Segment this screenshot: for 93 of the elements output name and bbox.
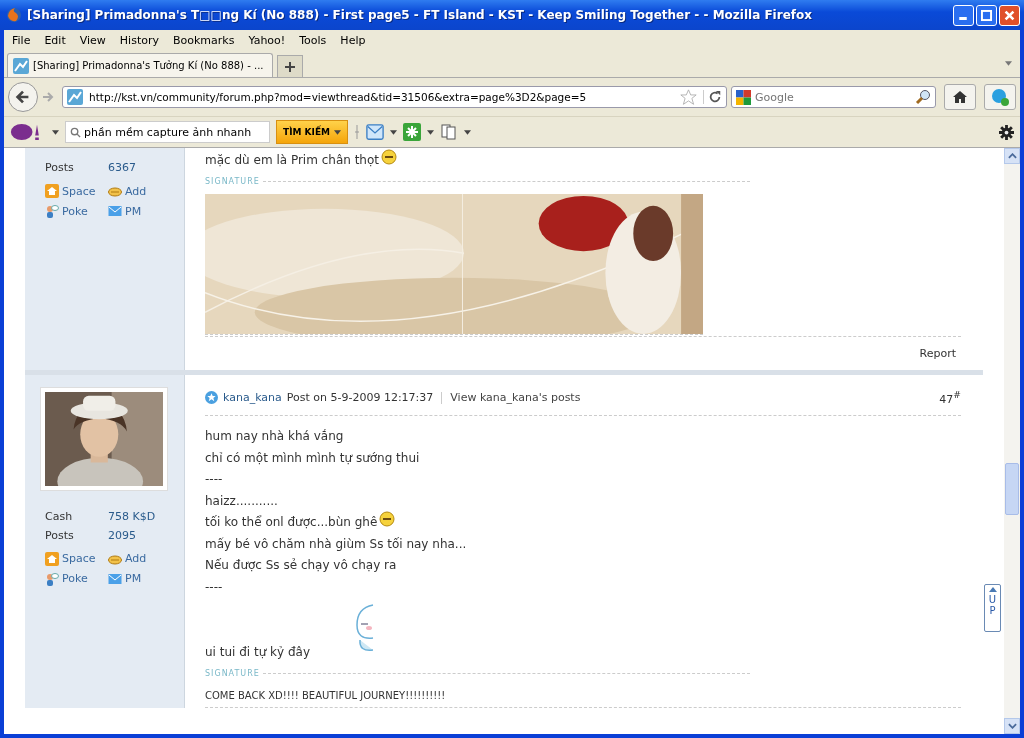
post-text: chỉ có một mình mình tự sướng thui xyxy=(205,450,420,465)
search-field[interactable]: Google xyxy=(731,86,936,108)
close-icon xyxy=(1003,8,1016,22)
minimize-icon xyxy=(959,16,967,20)
stat-label: Posts xyxy=(45,528,75,542)
grip-icon xyxy=(354,124,360,140)
close-button[interactable] xyxy=(999,4,1020,26)
scroll-up-button[interactable] xyxy=(1004,148,1020,164)
menu-item[interactable]: View xyxy=(79,34,106,47)
author-link[interactable]: kana_kana xyxy=(223,391,282,404)
post-number: 47$^{#}$ xyxy=(939,389,961,406)
star-icon xyxy=(205,391,218,404)
post-text: tối ko thể onl được...bùn ghê xyxy=(205,515,378,530)
post-text: mặc dù em là Prim chân thọt xyxy=(205,152,379,167)
caret-icon xyxy=(334,129,341,135)
dropdown-icon[interactable] xyxy=(427,129,434,135)
dropdown-icon[interactable] xyxy=(390,129,397,135)
profile-link[interactable]: Space xyxy=(62,552,96,565)
asterisk-icon[interactable] xyxy=(403,123,421,141)
scrollbar-thumb[interactable] xyxy=(1005,463,1019,515)
site-icon xyxy=(67,89,83,105)
new-tab-button[interactable] xyxy=(277,55,303,77)
envelope-icon[interactable] xyxy=(366,123,384,141)
profile-link[interactable]: PM xyxy=(125,572,142,585)
post-text: mấy bé vô chăm nhà giùm Ss tối nay nha... xyxy=(205,536,467,551)
envelope-icon[interactable] xyxy=(108,571,122,586)
report-link[interactable]: Report xyxy=(919,346,956,360)
post-text: ---- xyxy=(205,579,223,594)
menu-item[interactable]: Yahoo! xyxy=(248,34,286,47)
person-icon[interactable] xyxy=(45,571,59,586)
window-title: [Sharing] Primadonna's T□□ng Kí (No 888) - First page5 - FT Island - KST - Keep Smiling Together - - Mozilla Firefox xyxy=(27,8,813,22)
dropdown-icon[interactable] xyxy=(464,129,471,135)
stat-value: 6367 xyxy=(108,161,136,174)
search-icon[interactable] xyxy=(915,89,931,105)
back-to-top-button[interactable]: UP xyxy=(984,584,1001,632)
profile-link[interactable]: PM xyxy=(125,204,142,218)
home-button[interactable] xyxy=(944,84,976,110)
post-text: hum nay nhà khá vắng xyxy=(205,429,344,444)
post-text: ui tui đi tự kỷ đây xyxy=(205,645,311,660)
signature-label: SIGNATURE xyxy=(205,669,260,678)
back-button[interactable] xyxy=(8,82,38,112)
settings-icon[interactable] xyxy=(999,124,1014,140)
maximize-button[interactable] xyxy=(976,4,997,26)
yahoo-search-field[interactable]: phần mềm capture ảnh nhanh xyxy=(65,121,270,143)
scroll-down-button[interactable] xyxy=(1004,718,1020,734)
dropdown-icon[interactable] xyxy=(52,129,59,135)
minimize-button[interactable] xyxy=(953,4,974,26)
google-logo-icon[interactable] xyxy=(736,89,751,105)
menu-item[interactable]: Edit xyxy=(44,34,66,47)
pages-icon[interactable] xyxy=(440,123,458,141)
home-icon xyxy=(952,89,968,105)
maximize-icon xyxy=(980,8,993,22)
browser-logo-icon xyxy=(6,7,22,23)
emoticon-icon xyxy=(379,511,396,528)
menu-item[interactable]: Help xyxy=(340,34,366,47)
stat-value: 758 K$D xyxy=(108,509,156,523)
signature-text: COME BACK XD!!!! BEAUTIFUL JOURNEY!!!!!!!!!! xyxy=(205,690,446,701)
post-text: haizz........... xyxy=(205,493,278,508)
star-icon[interactable] xyxy=(680,88,697,106)
dropdown-icon[interactable] xyxy=(1005,61,1012,66)
home-icon[interactable] xyxy=(45,184,59,198)
post-text: ---- xyxy=(205,472,223,487)
chevron-up-icon xyxy=(1007,153,1017,159)
caret-icon xyxy=(988,587,997,592)
menu-item[interactable]: File xyxy=(12,34,31,47)
menu-item[interactable]: Tools xyxy=(299,34,327,47)
profile-link[interactable]: Add xyxy=(125,552,147,565)
view-posts-link[interactable]: View kana_kana's posts xyxy=(450,391,581,404)
stat-label: Cash xyxy=(45,509,74,523)
browser-tab[interactable]: [Sharing] Primadonna's Tưởng Kí (No 888) - ... xyxy=(7,53,273,77)
stat-label: Posts xyxy=(45,161,75,174)
search-icon xyxy=(70,126,81,138)
envelope-icon[interactable] xyxy=(108,204,122,218)
profile-link[interactable]: Poke xyxy=(62,204,88,218)
menu-item[interactable]: Bookmarks xyxy=(173,34,235,47)
skype-button[interactable] xyxy=(984,84,1016,110)
emoticon-icon xyxy=(381,148,397,165)
address-field[interactable]: http://kst.vn/community/forum.php?mod=viewthread&tid=31506&extra=page%3D2&page=5 xyxy=(62,86,727,108)
person-icon[interactable] xyxy=(45,204,59,218)
home-icon[interactable] xyxy=(45,551,59,566)
post-date: Post on 5-9-2009 12:17:37 xyxy=(286,391,434,404)
stat-value: 2095 xyxy=(108,528,136,542)
site-icon xyxy=(13,57,29,74)
search-button[interactable]: TÌM KIẾM xyxy=(276,120,348,144)
chevron-down-icon xyxy=(1007,723,1017,729)
signature-label: SIGNATURE xyxy=(205,176,260,186)
plus-icon xyxy=(284,60,296,73)
profile-link[interactable]: Add xyxy=(125,184,147,198)
profile-link[interactable]: Space xyxy=(62,184,96,198)
profile-link[interactable]: Poke xyxy=(62,572,88,585)
post-text: Nếu được Ss sẻ chạy vô chạy ra xyxy=(205,558,397,573)
menu-item[interactable]: History xyxy=(119,34,159,47)
reload-icon[interactable] xyxy=(703,90,722,104)
